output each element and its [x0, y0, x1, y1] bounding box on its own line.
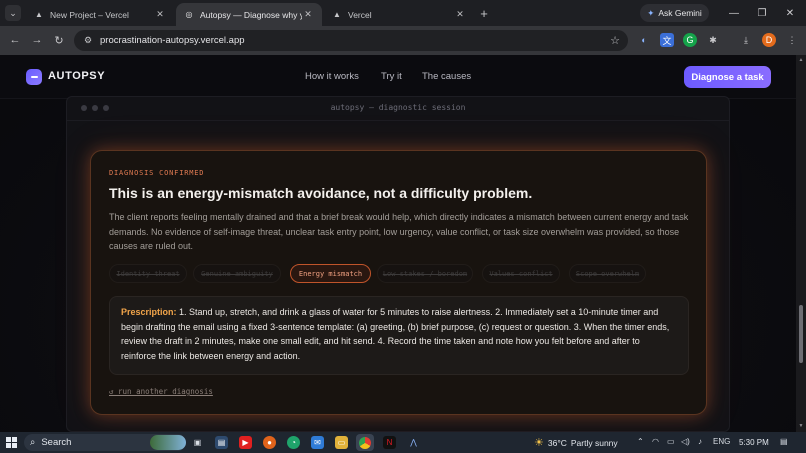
reload-button[interactable]: ↻ [50, 31, 68, 49]
page-viewport: AUTOPSY How it works Try it The causes D… [0, 55, 796, 432]
diagnosis-explanation: The client reports feeling mentally drai… [109, 212, 689, 251]
bookmark-star-icon[interactable]: ☆ [610, 34, 620, 47]
grammarly-extension-icon[interactable]: G [683, 33, 697, 47]
terminal-titlebar: autopsy — diagnostic session [67, 97, 729, 121]
cause-chip-genuine-ambiguity: Genuine ambiguity [193, 264, 281, 283]
extension-icon[interactable]: ◐ [637, 33, 651, 47]
close-tab-icon[interactable]: ✕ [454, 9, 466, 20]
nav-the-causes[interactable]: The causes [422, 71, 471, 82]
partly-sunny-icon: ☀ [534, 437, 544, 449]
prescription-label: Prescription: [121, 307, 177, 317]
mail-icon[interactable]: ✉ [311, 436, 324, 449]
browser-tab-strip: ⌄ ▲ New Project – Vercel ✕ ◎ Autopsy — D… [0, 0, 806, 26]
diagnosis-headline: This is an energy-mismatch avoidance, no… [109, 185, 533, 201]
more-menu-icon[interactable]: ⋮ [785, 33, 799, 47]
diagnosis-result-card: DIAGNOSIS CONFIRMED This is an energy-mi… [90, 150, 707, 415]
cause-chip-low-stakes: Low stakes / boredom [377, 264, 473, 283]
taskbar-search-label: Search [41, 437, 72, 448]
gemini-sparkle-icon: ✦ [647, 7, 655, 18]
diagnose-task-button[interactable]: Diagnose a task [684, 66, 771, 88]
weather-condition: Partly sunny [570, 437, 618, 448]
scroll-down-arrow-icon[interactable]: ▼ [798, 423, 804, 429]
search-icon: ⌕ [30, 437, 36, 448]
minimize-window-button[interactable]: — [720, 4, 748, 22]
volume-icon[interactable]: ◁) [681, 437, 690, 446]
translate-extension-icon[interactable]: 文 [660, 33, 674, 47]
windows-start-icon[interactable] [6, 437, 17, 448]
ask-gemini-label: Ask Gemini [658, 8, 702, 18]
autopsy-logo-icon[interactable] [26, 69, 42, 85]
restore-window-button[interactable]: ❐ [748, 4, 776, 22]
scrollbar-thumb[interactable] [799, 305, 803, 363]
input-language[interactable]: ENG [713, 437, 730, 446]
weather-widget[interactable]: ☀ 36°C Partly sunny [534, 436, 618, 449]
download-icon[interactable]: ⤓ [739, 33, 753, 47]
terminal-title: autopsy — diagnostic session [330, 103, 466, 112]
close-tab-icon[interactable]: ✕ [302, 9, 314, 20]
forward-button[interactable]: → [28, 31, 46, 49]
ask-gemini-button[interactable]: ✦ Ask Gemini [640, 4, 709, 22]
url-text: procrastination-autopsy.vercel.app [100, 35, 245, 46]
tab-new-project-vercel[interactable]: ▲ New Project – Vercel ✕ [26, 3, 174, 26]
vercel-icon: ▲ [35, 10, 43, 19]
brand-name[interactable]: AUTOPSY [48, 70, 105, 82]
taskbar-clock[interactable]: 5:30 PM [739, 438, 769, 447]
run-another-diagnosis-link[interactable]: ↺ run another diagnosis [109, 387, 213, 396]
cause-chip-scope-overwhelm: Scope overwhelm [569, 264, 646, 283]
site-info-icon[interactable]: ⚙ [82, 35, 94, 47]
edge-icon[interactable]: ◔ [287, 436, 300, 449]
chrome-taskbar-button[interactable] [356, 434, 374, 451]
page-scrollbar[interactable]: ▲ ▼ [796, 55, 806, 432]
vercel-icon: ▲ [333, 10, 341, 19]
close-tab-icon[interactable]: ✕ [154, 9, 166, 20]
tab-vercel[interactable]: ▲ Vercel ✕ [324, 3, 474, 26]
taskbar-search-box[interactable]: ⌕ Search [24, 434, 186, 451]
profile-avatar[interactable]: D [762, 33, 776, 47]
tab-search-button[interactable]: ⌄ [5, 5, 21, 21]
tab-title: Vercel [348, 9, 372, 20]
file-explorer-icon[interactable]: ▭ [335, 436, 348, 449]
site-header: AUTOPSY How it works Try it The causes D… [0, 55, 796, 99]
battery-icon[interactable]: ▭ [667, 437, 675, 446]
globe-icon: ◎ [185, 10, 193, 19]
cause-chip-identity-threat: Identity threat [109, 264, 187, 283]
search-highlight-image [150, 435, 186, 450]
back-button[interactable]: ← [6, 31, 24, 49]
diagnosis-eyebrow: DIAGNOSIS CONFIRMED [109, 169, 205, 177]
notifications-icon[interactable]: ▤ [780, 437, 788, 446]
firefox-icon[interactable]: ● [263, 436, 276, 449]
tab-title: New Project – Vercel [50, 9, 129, 20]
prescription-text: 1. Stand up, stretch, and drink a glass … [121, 307, 670, 361]
tab-autopsy[interactable]: ◎ Autopsy — Diagnose why you'r ✕ [176, 3, 322, 26]
close-window-button[interactable]: ✕ [776, 4, 804, 22]
browser-toolbar: ← → ↻ ⚙ procrastination-autopsy.vercel.a… [0, 26, 806, 55]
tab-title: Autopsy — Diagnose why you'r [200, 9, 302, 20]
wifi-icon[interactable]: ◠ [652, 437, 659, 446]
prescription-box: Prescription: 1. Stand up, stretch, and … [109, 296, 689, 375]
netflix-icon[interactable]: N [383, 436, 396, 449]
windows-taskbar: ⌕ Search ▣ ▤ ▶ ● ◔ ✉ ▭ N ⋀ ☀ 36°C Partly… [0, 432, 806, 453]
widgets-icon[interactable]: ▤ [215, 436, 228, 449]
youtube-icon[interactable]: ▶ [239, 436, 252, 449]
tray-overflow-chevron-icon[interactable]: ⌃ [637, 437, 644, 446]
app-icon[interactable]: ⋀ [407, 436, 420, 449]
new-tab-button[interactable]: + [477, 5, 491, 21]
extensions-puzzle-icon[interactable]: ✱ [706, 33, 720, 47]
speaker-icon[interactable]: ♪ [698, 437, 702, 446]
nav-try-it[interactable]: Try it [381, 71, 402, 82]
cause-chip-energy-mismatch: Energy mismatch [290, 264, 371, 283]
weather-temperature: 36°C [547, 437, 567, 448]
cause-chip-values-conflict: Values conflict [482, 264, 560, 283]
address-bar[interactable]: ⚙ procrastination-autopsy.vercel.app ☆ [74, 30, 628, 51]
task-view-icon[interactable]: ▣ [191, 436, 204, 449]
scroll-up-arrow-icon[interactable]: ▲ [798, 57, 804, 63]
nav-how-it-works[interactable]: How it works [305, 71, 359, 82]
